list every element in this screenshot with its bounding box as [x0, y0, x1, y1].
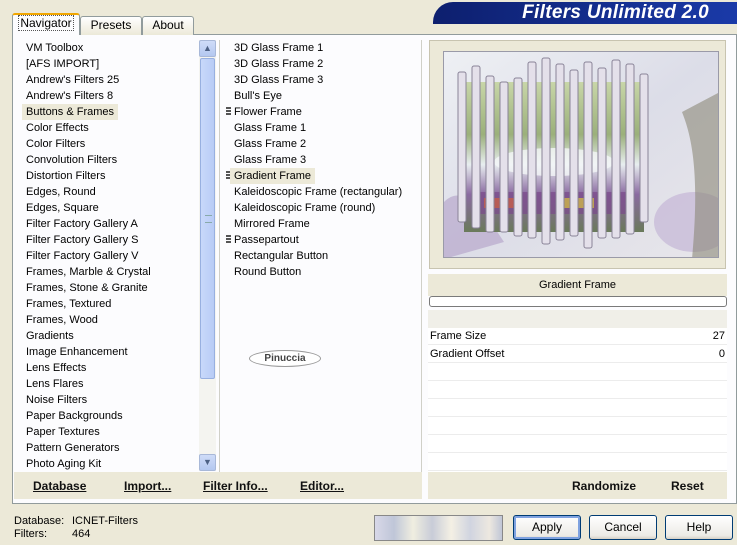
database-button[interactable]: Database [33, 479, 86, 493]
scroll-up-icon[interactable]: ▲ [199, 40, 216, 57]
category-item[interactable]: Image Enhancement [22, 344, 198, 360]
reset-button[interactable]: Reset [671, 479, 704, 493]
category-item[interactable]: Filter Factory Gallery V [22, 248, 198, 264]
randomize-button[interactable]: Randomize [572, 479, 636, 493]
filter-item[interactable]: 3D Glass Frame 3 [230, 72, 420, 88]
watermark-logo: Pinuccia [249, 350, 321, 367]
category-item[interactable]: Frames, Textured [22, 296, 198, 312]
category-item[interactable]: Filter Factory Gallery A [22, 216, 198, 232]
category-item[interactable]: Distortion Filters [22, 168, 198, 184]
parameter-header: Gradient Frame [428, 274, 727, 296]
category-item[interactable]: Color Filters [22, 136, 198, 152]
filter-item[interactable]: Glass Frame 1 [230, 120, 420, 136]
category-item[interactable]: Gradients [22, 328, 198, 344]
filter-item[interactable]: Passepartout [226, 232, 420, 248]
filter-count: 464 [72, 528, 91, 540]
filter-item[interactable]: Glass Frame 3 [230, 152, 420, 168]
category-item[interactable]: Edges, Round [22, 184, 198, 200]
apply-button[interactable]: Apply [513, 515, 581, 540]
category-item[interactable]: Convolution Filters [22, 152, 198, 168]
filter-info-button[interactable]: Filter Info... [203, 479, 268, 493]
scroll-down-icon[interactable]: ▼ [199, 454, 216, 471]
filter-item[interactable]: Flower Frame [226, 104, 420, 120]
category-item[interactable]: Lens Effects [22, 360, 198, 376]
parameter-name: Frame Size [430, 330, 487, 342]
parameter-value[interactable]: 27 [713, 327, 725, 345]
category-item[interactable]: Edges, Square [22, 200, 198, 216]
filter-item[interactable]: Mirrored Frame [230, 216, 420, 232]
tab-about[interactable]: About [142, 16, 194, 35]
import-button[interactable]: Import... [124, 479, 171, 493]
category-item[interactable]: [AFS IMPORT] [22, 56, 198, 72]
filter-item[interactable]: 3D Glass Frame 2 [230, 56, 420, 72]
parameter-row-empty [428, 363, 727, 381]
category-item[interactable]: Andrew's Filters 8 [22, 88, 198, 104]
parameter-row-empty [428, 381, 727, 399]
category-item[interactable]: VM Toolbox [22, 40, 198, 56]
filter-item[interactable]: Kaleidoscopic Frame (round) [230, 200, 420, 216]
filter-list[interactable]: 3D Glass Frame 1 3D Glass Frame 2 3D Glass… [226, 40, 420, 280]
status-filters: Filters: 464 [14, 528, 91, 540]
title-banner: Filters Unlimited 2.0 [433, 2, 737, 24]
category-item[interactable]: Andrew's Filters 25 [22, 72, 198, 88]
editor-button[interactable]: Editor... [300, 479, 344, 493]
app-title: Filters Unlimited 2.0 [522, 2, 709, 23]
parameter-value[interactable]: 0 [719, 345, 725, 363]
category-item[interactable]: Lens Flares [22, 376, 198, 392]
category-item[interactable]: Noise Filters [22, 392, 198, 408]
category-item[interactable]: Paper Textures [22, 424, 198, 440]
filter-item[interactable]: Round Button [230, 264, 420, 280]
parameter-row-empty [428, 453, 727, 471]
preview-image [443, 51, 719, 258]
filter-item[interactable]: Rectangular Button [230, 248, 420, 264]
filter-item[interactable]: Gradient Frame [226, 168, 420, 184]
cancel-button[interactable]: Cancel [589, 515, 657, 540]
help-button[interactable]: Help [665, 515, 733, 540]
database-name: ICNET-Filters [72, 515, 138, 527]
progress-bar [429, 296, 727, 307]
category-item[interactable]: Filter Factory Gallery S [22, 232, 198, 248]
parameter-row-empty [428, 435, 727, 453]
tab-presets[interactable]: Presets [80, 16, 142, 35]
thumbnail-strip[interactable] [374, 515, 503, 541]
parameter-row[interactable]: Frame Size 27 [428, 327, 727, 345]
category-item[interactable]: Frames, Wood [22, 312, 198, 328]
category-item[interactable]: Paper Backgrounds [22, 408, 198, 424]
category-item[interactable]: Photo Aging Kit [22, 456, 198, 472]
filter-item[interactable]: 3D Glass Frame 1 [230, 40, 420, 56]
status-database: Database: ICNET-Filters [14, 515, 138, 527]
list-divider [421, 40, 422, 472]
scroll-thumb[interactable] [200, 58, 215, 379]
parameter-row[interactable]: Gradient Offset 0 [428, 345, 727, 363]
parameter-row-empty [428, 417, 727, 435]
category-item[interactable]: Pattern Generators [22, 440, 198, 456]
parameter-name: Gradient Offset [430, 348, 505, 360]
category-item[interactable]: Frames, Stone & Granite [22, 280, 198, 296]
filter-item[interactable]: Glass Frame 2 [230, 136, 420, 152]
tab-navigator[interactable]: Navigator [12, 13, 80, 35]
category-list[interactable]: VM Toolbox [AFS IMPORT] Andrew's Filters 2… [22, 40, 198, 472]
category-scrollbar[interactable]: ▲ ▼ [199, 40, 216, 471]
filter-item[interactable]: Bull's Eye [230, 88, 420, 104]
parameter-row-empty [428, 399, 727, 417]
filter-item[interactable]: Kaleidoscopic Frame (rectangular) [230, 184, 420, 200]
category-item[interactable]: Buttons & Frames [22, 104, 198, 120]
category-item[interactable]: Color Effects [22, 120, 198, 136]
list-divider [219, 40, 220, 472]
category-item[interactable]: Frames, Marble & Crystal [22, 264, 198, 280]
